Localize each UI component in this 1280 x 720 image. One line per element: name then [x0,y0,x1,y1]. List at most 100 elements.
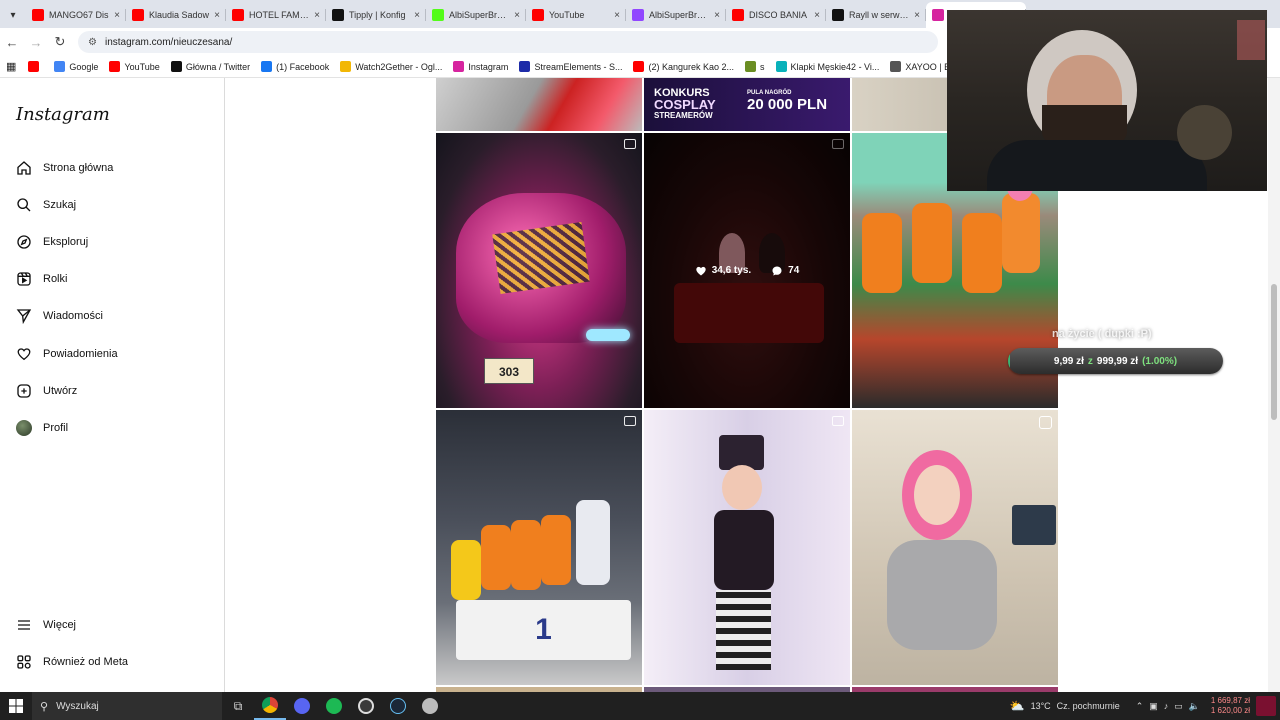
donation-goal-bar: 9,99 zł z 999,99 zł (1.00%) [1008,348,1223,374]
close-icon[interactable]: × [314,10,320,21]
vinted-icon [775,61,787,72]
volume-icon[interactable]: 🔈 [1189,701,1200,712]
apps-grid-icon[interactable]: ▦ [6,60,16,73]
bookmark-item[interactable]: Klapki Męskie42 - Vi... [775,61,880,72]
nav-item-messages[interactable]: Wiadomości [16,304,103,328]
bookmark-item[interactable]: Główna / Twitter [170,61,251,72]
close-icon[interactable]: × [914,10,920,21]
streamelements-icon [519,61,531,72]
search-icon [17,198,31,212]
meta-icon [17,655,31,669]
steam-icon[interactable] [382,692,414,720]
spotify-icon[interactable] [318,692,350,720]
forward-arrow-icon[interactable]: → [24,35,48,50]
post-tile-top-left[interactable] [436,78,642,131]
webcam-overlay [947,10,1267,191]
heart-icon [17,348,31,361]
browser-tab[interactable]: MANGO67 Dis × [26,2,126,28]
bookmark-item[interactable]: s [745,61,765,72]
nav-item-home[interactable]: Strona główna [16,156,113,180]
bookmark-item[interactable]: (2) Kangurek Kao 2... [633,61,734,72]
menu-icon [18,620,30,630]
microphone-icon[interactable]: ♪ [1164,701,1169,711]
obs-icon[interactable] [350,692,382,720]
scrollbar-thumb[interactable] [1271,284,1277,420]
create-icon [17,384,31,398]
clipboard-icon[interactable]: ▣ [1149,701,1158,712]
nav-label: Profil [43,422,69,434]
close-icon[interactable]: × [414,10,420,21]
network-icon[interactable]: ▭ [1174,701,1183,712]
goal-percent: (1.00%) [1142,355,1178,367]
nav-item-explore[interactable]: Eksploruj [16,230,88,254]
bookmark-item[interactable]: Instagram [453,61,508,72]
bookmark-label: Klapki Męskie42 - Vi... [790,61,880,72]
weather-desc: Cz. pochmurnie [1056,701,1120,711]
reload-icon[interactable]: ↻ [48,34,72,50]
close-icon[interactable]: × [714,10,720,21]
nav-item-search[interactable]: Szukaj [16,193,76,217]
google-icon [54,61,66,72]
back-arrow-icon[interactable]: ← [0,35,24,50]
taskbar-search[interactable]: ⚲ Wyszukaj [32,692,222,720]
bookmark-item[interactable] [28,61,43,72]
browser-tab[interactable]: Klaudia Sadow × [126,2,226,28]
nav-item-notifications[interactable]: Powiadomienia [16,342,118,366]
url-text: instagram.com/nieuczesana/ [104,36,233,48]
bookmark-item[interactable]: (1) Facebook [261,61,329,72]
bookmark-item[interactable]: StreamElements - S... [519,61,622,72]
post-tile-podium[interactable]: 1 [436,410,642,685]
instagram-icon [932,9,944,21]
bookmark-item[interactable]: Google [54,61,98,72]
weather-icon[interactable]: ⛅ [1010,699,1025,713]
app-icon[interactable] [414,692,446,720]
browser-tab[interactable]: HOTEL FAMILII × [226,2,326,28]
post-tile-car[interactable]: 303 [436,133,642,408]
tab-title: Klaudia Sadow [149,10,210,20]
carousel-icon [624,139,636,149]
nav-item-create[interactable]: Utwórz [16,379,77,403]
close-icon[interactable]: × [814,10,820,21]
nav-item-profile[interactable]: Profil [16,416,68,440]
post-tile-contest-banner[interactable]: KONKURS COSPLAY STREAMERÓW PULA NAGRÓD 2… [644,78,850,131]
browser-tab[interactable]: DISCO BANIA × [726,2,826,28]
post-tile-cosplay[interactable] [644,410,850,685]
site-info-icon[interactable]: ⚙ [88,37,97,48]
donation-goal-fill [1008,348,1011,374]
browser-tab[interactable]: AlbiSuperBryka × [426,2,526,28]
search-label: Wyszukaj [56,700,99,712]
nav-item-more[interactable]: Więcej [16,613,76,637]
browser-tab[interactable]: Tipply | Konfig × [326,2,426,28]
task-view-icon[interactable]: ⧉ [222,692,254,720]
nav-item-reels[interactable]: Rolki [16,267,67,291]
nav-item-meta[interactable]: Również od Meta [16,650,128,674]
tab-search-chevron-icon[interactable]: ▾ [0,2,26,28]
browser-tab[interactable]: Rayll w serwisie × [826,2,926,28]
bookmark-item[interactable]: YouTube [109,61,160,72]
browser-tab[interactable]: AlbiSuperBryka × [626,2,726,28]
discord-icon[interactable] [286,692,318,720]
notification-icon[interactable] [1256,696,1276,716]
instagram-logo[interactable]: Instagram [16,104,110,125]
close-icon[interactable]: × [614,10,620,21]
close-icon[interactable]: × [214,10,220,21]
browser-tab[interactable]: YouTube × [526,2,626,28]
heart-icon [696,266,706,275]
carousel-icon [624,416,636,426]
x-icon [832,9,844,21]
chrome-icon[interactable] [254,692,286,720]
post-tile-pink-hair[interactable] [852,410,1058,685]
bookmark-label: Google [69,61,99,72]
page-scrollbar[interactable] [1268,78,1280,692]
bookmark-label: Główna / Twitter [185,61,251,72]
windows-start-icon[interactable] [0,699,32,713]
address-bar[interactable]: ⚙ instagram.com/nieuczesana/ [78,31,938,53]
bookmark-item[interactable]: Watch2Gether - Ogl... [340,61,442,72]
tab-title: AlbiSuperBryka [649,10,710,20]
close-icon[interactable]: × [514,10,520,21]
close-icon[interactable]: × [114,10,120,21]
post-tile-cinema[interactable]: 34,6 tys. 74 [644,133,850,408]
tray-chevron-icon[interactable]: ⌃ [1136,701,1144,712]
bookmark-label: s [760,61,765,72]
banner-text: STREAMERÓW [654,111,713,120]
